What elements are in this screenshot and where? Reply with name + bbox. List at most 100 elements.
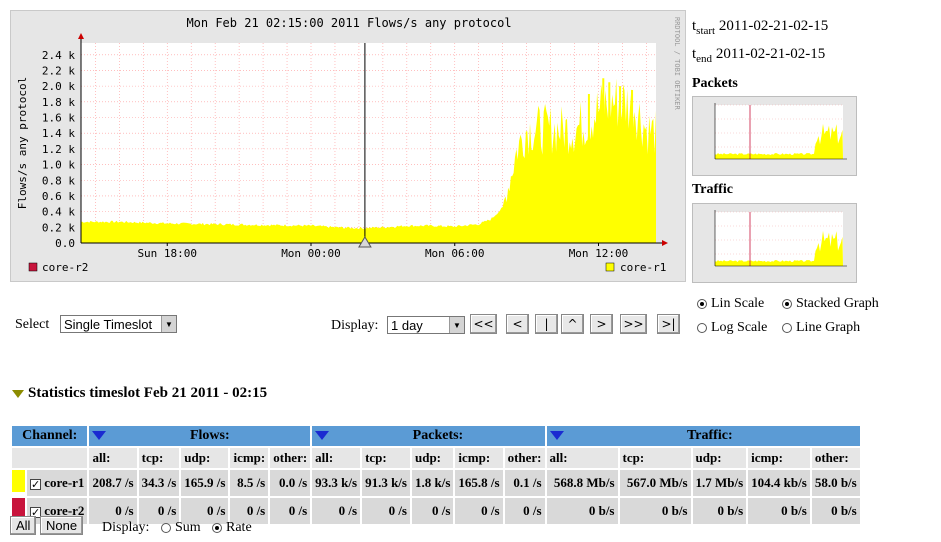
flows-col-other: other: (270, 448, 311, 468)
legend-swatch-core-r1 (605, 262, 615, 272)
flows-col-icmp: icmp: (230, 448, 269, 468)
traffic-col-icmp: icmp: (748, 448, 810, 468)
sum-radio[interactable] (161, 523, 171, 533)
y-tick-label: 1.2 k (42, 143, 75, 156)
rate-label: Rate (226, 520, 252, 535)
log-scale-radio[interactable] (697, 323, 707, 333)
y-tick-label: 1.0 k (42, 159, 75, 172)
rate-radio[interactable] (212, 523, 222, 533)
y-tick-label: 0.0 (55, 237, 75, 250)
line-graph-radio[interactable] (782, 323, 792, 333)
traffic-col-udp: udp: (692, 448, 747, 468)
channel-name-cell[interactable]: ✓ core-r1 (27, 470, 88, 496)
flows-col-tcp: tcp: (138, 448, 180, 468)
tend-label: end (696, 53, 713, 65)
y-tick-label: 1.6 k (42, 112, 75, 125)
nav-last-button[interactable]: >> (620, 314, 647, 334)
tend-row: tend 2011-02-21-02-15 (692, 46, 826, 65)
rate-option[interactable]: Rate (212, 520, 252, 536)
packets-title: Packets (692, 76, 738, 91)
packets-other-value: 0.1 /s (504, 470, 545, 496)
x-tick-label: Sun 18:00 (137, 247, 197, 260)
packets-collapse-icon[interactable] (315, 431, 330, 441)
packets-header[interactable]: Packets: (312, 426, 545, 446)
flows-col-all: all: (89, 448, 137, 468)
traffic-icmp-value: 104.4 kb/s (748, 470, 810, 496)
log-scale-option[interactable]: Log Scale (697, 320, 767, 336)
y-tick-label: 2.2 k (42, 64, 75, 77)
tend-value: 2011-02-21-02-15 (715, 46, 826, 62)
collapse-triangle-icon[interactable] (12, 389, 24, 398)
lin-scale-radio[interactable] (697, 299, 707, 309)
x-tick-label: Mon 12:00 (569, 247, 629, 260)
line-graph-option[interactable]: Line Graph (782, 320, 860, 336)
select-label: Select (15, 317, 50, 332)
traffic-tcp-value: 0 b/s (619, 498, 691, 524)
y-axis-arrow (78, 33, 84, 39)
traffic-thumbnail[interactable] (692, 203, 857, 283)
tstart-row: tstart 2011-02-21-02-15 (692, 18, 829, 37)
display-range-value: 1 day (391, 317, 423, 333)
timeslot-select[interactable]: Single Timeslot ▼ (60, 315, 177, 333)
stats-subheader-row: all: tcp: udp: icmp: other: all: tcp: ud… (12, 448, 860, 468)
chart-title: Mon Feb 21 02:15:00 2011 Flows/s any pro… (186, 16, 511, 30)
lin-scale-label: Lin Scale (711, 296, 765, 311)
stats-header[interactable]: Statistics timeslot Feb 21 2011 - 02:15 (12, 385, 267, 402)
nav-prev-button[interactable]: < (506, 314, 529, 334)
traffic-other-value: 0 b/s (811, 498, 860, 524)
packets-thumbnail[interactable] (692, 96, 857, 176)
timeslot-select-value: Single Timeslot (64, 316, 153, 332)
y-axis-label: Flows/s any protocol (16, 77, 29, 209)
traffic-header[interactable]: Traffic: (546, 426, 860, 446)
packets-col-other: other: (504, 448, 545, 468)
flows-tcp-value: 34.3 /s (138, 470, 180, 496)
select-all-button[interactable]: All (10, 516, 37, 535)
y-tick-label: 0.4 k (42, 206, 75, 219)
flows-other-value: 0.0 /s (270, 470, 311, 496)
packets-tcp-value: 91.3 k/s (362, 470, 410, 496)
traffic-col-other: other: (811, 448, 860, 468)
stats-header-row: Channel: Flows: Packets: Traffic: (12, 426, 860, 446)
select-none-button[interactable]: None (40, 516, 84, 535)
traffic-mini-chart (714, 210, 847, 267)
packets-udp-value: 0 /s (411, 498, 454, 524)
flows-collapse-icon[interactable] (92, 431, 107, 441)
nav-first-button[interactable]: << (470, 314, 497, 334)
sum-option[interactable]: Sum (161, 520, 201, 536)
nav-next-button[interactable]: > (590, 314, 613, 334)
channel-name: core-r1 (44, 475, 85, 490)
log-scale-label: Log Scale (711, 320, 768, 335)
legend-label-core-r1: core-r1 (620, 261, 666, 274)
y-tick-label: 0.6 k (42, 190, 75, 203)
packets-mini-chart (714, 103, 847, 160)
main-graph[interactable]: 0.0 0.2 k 0.4 k 0.6 k 0.8 k 1.0 k 1.2 k 1.4 k 1.… (10, 10, 686, 282)
nav-end-button[interactable]: >| (657, 314, 680, 334)
legend-swatch-core-r2 (28, 262, 38, 272)
flows-all-value: 208.7 /s (89, 470, 137, 496)
packets-col-all: all: (312, 448, 361, 468)
traffic-col-tcp: tcp: (619, 448, 691, 468)
nav-up-button[interactable]: ^ (561, 314, 584, 334)
stacked-graph-radio[interactable] (782, 299, 792, 309)
channel-checkbox[interactable]: ✓ (30, 478, 41, 490)
traffic-all-value: 568.8 Mb/s (546, 470, 618, 496)
traffic-collapse-icon[interactable] (549, 431, 564, 441)
x-axis-arrow (662, 240, 668, 246)
line-graph-label: Line Graph (796, 320, 861, 335)
lin-scale-option[interactable]: Lin Scale (697, 296, 764, 312)
packets-other-value: 0 /s (504, 498, 545, 524)
flows-label: Flows: (189, 428, 230, 443)
stats-table: Channel: Flows: Packets: Traffic: all: t… (10, 424, 862, 526)
packets-col-udp: udp: (411, 448, 454, 468)
traffic-udp-value: 0 b/s (692, 498, 747, 524)
channel-color-swatch (12, 470, 25, 496)
traffic-col-all: all: (546, 448, 618, 468)
flows-header[interactable]: Flows: (89, 426, 311, 446)
legend-label-core-r2: core-r2 (42, 261, 88, 274)
packets-icmp-value: 0 /s (455, 498, 503, 524)
flows-udp-value: 165.9 /s (181, 470, 229, 496)
chevron-down-icon: ▼ (449, 317, 464, 333)
display-range-select[interactable]: 1 day ▼ (387, 316, 465, 334)
nav-cursor-button[interactable]: | (535, 314, 558, 334)
stacked-graph-option[interactable]: Stacked Graph (782, 296, 879, 312)
